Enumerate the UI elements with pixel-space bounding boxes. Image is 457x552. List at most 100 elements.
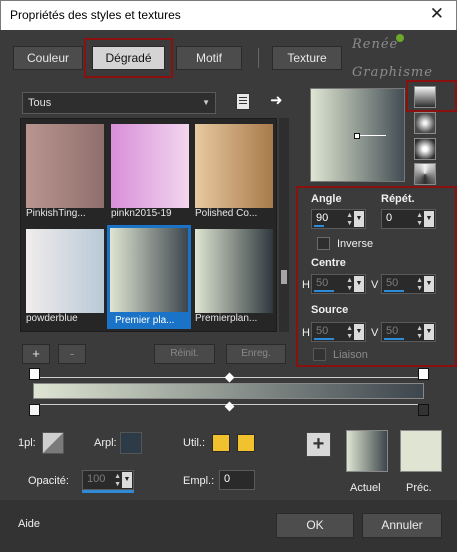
- library-scrollbar[interactable]: [279, 118, 289, 332]
- angle-slider-fill: [314, 225, 324, 227]
- reset-button[interactable]: Réinit.: [154, 344, 215, 364]
- add-gradient-button[interactable]: +: [22, 344, 50, 364]
- rectangular-gradient-icon[interactable]: [414, 112, 436, 134]
- angle-handle-line: [360, 135, 386, 136]
- gradient-thumb-label: Premier pla...: [115, 315, 175, 326]
- gradient-library-grid: PinkishTing... pinkn2015-19 Polished Co.…: [20, 118, 277, 332]
- chevron-down-icon[interactable]: ▼: [354, 324, 364, 340]
- ok-button[interactable]: OK: [276, 513, 354, 538]
- chevron-down-icon[interactable]: ▼: [424, 276, 434, 292]
- source-h-spinner[interactable]: 50 ▲ ▼ ▼: [311, 322, 366, 342]
- empl-value: 0: [224, 473, 231, 485]
- transparency-midpoint-icon[interactable]: [224, 372, 235, 383]
- spinner-arrows-icon[interactable]: ▲ ▼: [416, 277, 423, 293]
- spinner-arrows-icon[interactable]: ▲ ▼: [346, 277, 353, 293]
- spinner-arrows-icon[interactable]: ▲ ▼: [416, 325, 423, 341]
- chevron-down-icon[interactable]: ▼: [424, 324, 434, 340]
- background-stop-icon[interactable]: [120, 432, 142, 454]
- tab-divider: [258, 48, 259, 68]
- watermark-leaf-icon: [396, 34, 404, 42]
- centre-v-spinner[interactable]: 50 ▲ ▼ ▼: [381, 274, 436, 294]
- window-title: Propriétés des styles et textures: [10, 8, 181, 22]
- previous-label: Préc.: [406, 482, 432, 494]
- gradient-editor-bar[interactable]: [33, 383, 424, 399]
- category-dropdown[interactable]: Tous ▼: [22, 92, 216, 114]
- color-stop-right-icon[interactable]: [418, 404, 429, 416]
- transparency-stop-left-icon[interactable]: [29, 368, 40, 380]
- current-label: Actuel: [350, 482, 381, 494]
- source-h-slider-fill: [314, 338, 334, 340]
- chevron-down-icon[interactable]: ▼: [122, 472, 132, 488]
- opacity-label: Opacité:: [28, 475, 69, 487]
- opacity-value: 100: [87, 473, 106, 485]
- spinner-arrows-icon[interactable]: ▲ ▼: [346, 325, 353, 341]
- gradient-thumb-2[interactable]: Polished Co...: [193, 122, 275, 222]
- centre-v-slider-fill: [384, 290, 404, 292]
- previous-swatch[interactable]: [400, 430, 442, 472]
- gradient-thumb-0[interactable]: PinkishTing...: [24, 122, 106, 222]
- gradient-thumb-label: PinkishTing...: [26, 208, 86, 219]
- gradient-thumb-3[interactable]: powderblue: [24, 227, 106, 327]
- util-label: Util.:: [183, 437, 205, 449]
- close-icon[interactable]: ✕: [430, 4, 444, 24]
- opacity-spinner[interactable]: 100 ▲ ▼ ▼: [82, 470, 134, 490]
- source-label: Source: [311, 304, 349, 316]
- centre-h-spinner[interactable]: 50 ▲ ▼ ▼: [311, 274, 366, 294]
- remove-gradient-button[interactable]: -: [58, 344, 86, 364]
- link-label: Liaison: [333, 349, 368, 361]
- repeat-spinner[interactable]: 0 ▲ ▼ ▼: [381, 209, 436, 229]
- save-button[interactable]: Enreg.: [226, 344, 286, 364]
- empl-field[interactable]: 0: [219, 470, 255, 490]
- arrow-right-icon[interactable]: ➜: [270, 91, 283, 109]
- user-color-chip-2[interactable]: [237, 434, 255, 452]
- arpl-label: Arpl:: [94, 437, 117, 449]
- gradient-thumb-label: powderblue: [26, 313, 78, 324]
- angle-label: Angle: [311, 193, 342, 205]
- chevron-down-icon[interactable]: ▼: [354, 276, 364, 292]
- center-handle-icon[interactable]: [354, 133, 360, 139]
- source-v-label: V: [371, 327, 379, 339]
- gradient-swatch: [111, 124, 189, 208]
- spinner-arrows-icon[interactable]: ▲ ▼: [114, 473, 121, 489]
- gradient-thumb-5[interactable]: Premierplan...: [193, 227, 275, 327]
- tab-couleur[interactable]: Couleur: [13, 46, 83, 70]
- empl-label: Empl.:: [183, 475, 215, 487]
- linear-gradient-icon[interactable]: [414, 86, 436, 108]
- scrollbar-thumb[interactable]: [281, 270, 287, 284]
- tab-texture[interactable]: Texture: [272, 46, 342, 70]
- gradient-thumb-1[interactable]: pinkn2015-19: [109, 122, 191, 222]
- gradient-thumb-4-selected[interactable]: Premier pla...: [107, 225, 191, 329]
- radial-gradient-icon[interactable]: [414, 138, 436, 160]
- source-v-spinner[interactable]: 50 ▲ ▼ ▼: [381, 322, 436, 342]
- user-color-chip-1[interactable]: [212, 434, 230, 452]
- link-checkbox[interactable]: [313, 348, 326, 361]
- centre-v-label: V: [371, 279, 379, 291]
- invert-checkbox[interactable]: [317, 237, 330, 250]
- help-link[interactable]: Aide: [18, 518, 40, 530]
- sunburst-gradient-icon[interactable]: [414, 163, 436, 185]
- angle-spinner[interactable]: 90 ▲ ▼ ▼: [311, 209, 366, 229]
- chevron-down-icon[interactable]: ▼: [354, 211, 364, 227]
- chevron-down-icon: ▼: [202, 98, 210, 107]
- invert-label: Inverse: [337, 238, 374, 250]
- category-dropdown-value: Tous: [28, 97, 52, 109]
- add-swatch-button[interactable]: +: [306, 432, 331, 457]
- spinner-arrows-icon[interactable]: ▲ ▼: [416, 212, 423, 228]
- spinner-arrows-icon[interactable]: ▲ ▼: [346, 212, 353, 228]
- document-icon[interactable]: [236, 93, 250, 110]
- color-stop-left-icon[interactable]: [29, 404, 40, 416]
- foreground-stop-icon[interactable]: [42, 432, 64, 454]
- repeat-label: Répét.: [381, 193, 415, 205]
- tab-motif[interactable]: Motif: [176, 46, 242, 70]
- tab-degrade[interactable]: Dégradé: [92, 46, 165, 70]
- gradient-preview[interactable]: [310, 88, 405, 182]
- gradient-swatch: [110, 228, 188, 312]
- gradient-thumb-label: Premierplan...: [195, 313, 258, 324]
- cancel-button[interactable]: Annuler: [362, 513, 442, 538]
- centre-label: Centre: [311, 257, 346, 269]
- chevron-down-icon[interactable]: ▼: [424, 211, 434, 227]
- gradient-swatch: [195, 229, 273, 313]
- transparency-stop-right-icon[interactable]: [418, 368, 429, 380]
- source-v-value: 50: [386, 325, 399, 337]
- repeat-value: 0: [386, 212, 393, 224]
